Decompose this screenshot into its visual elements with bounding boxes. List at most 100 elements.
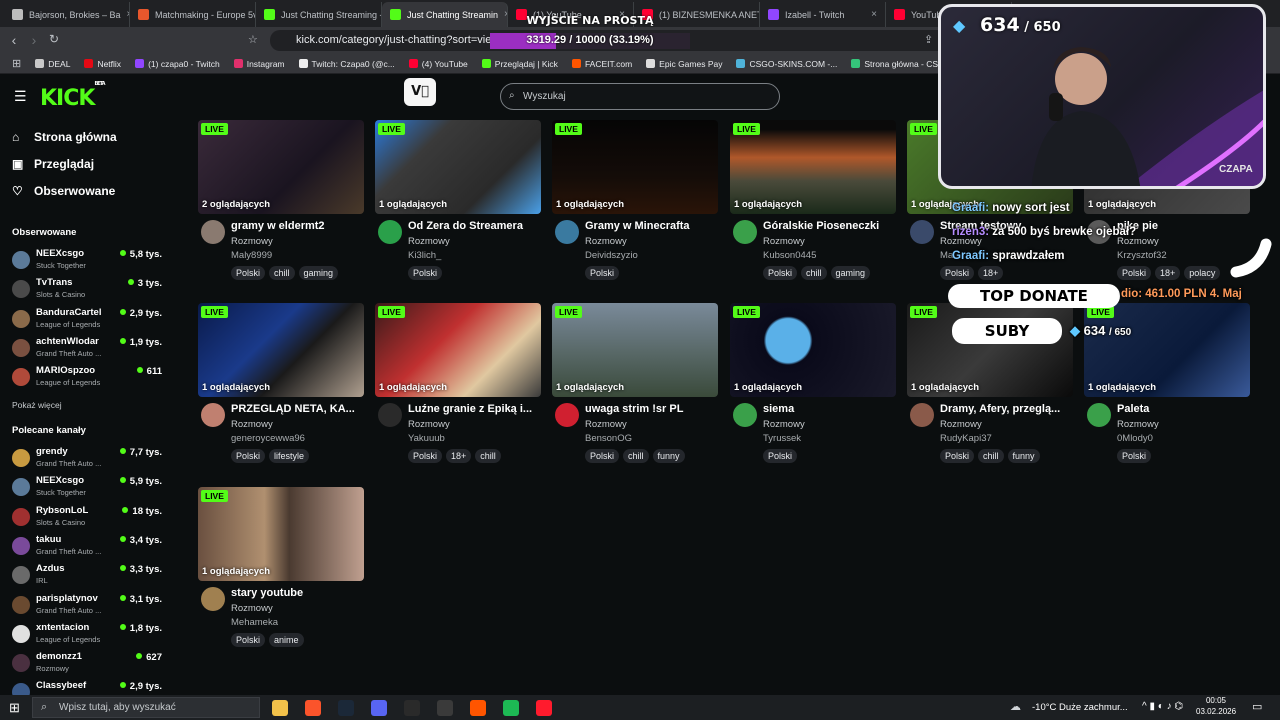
sidebar-channel[interactable]: xntentacion League of Legends 1,8 tys. [12,622,162,651]
stream-title[interactable]: Góralskie Pioseneczki [763,220,897,232]
sidebar-channel[interactable]: parisplatynov Grand Theft Auto ... 3,1 tys… [12,593,162,622]
streamer-avatar[interactable] [733,403,757,427]
stream-card[interactable]: LIVE 1 oglądających siema Rozmowy Tyrussek Po… [730,303,896,473]
sidebar-channel[interactable]: demonzz1 Rozmowy 627 [12,651,162,680]
streamer-avatar[interactable] [733,220,757,244]
streamer-name[interactable]: Mehameka [231,617,278,628]
forward-icon[interactable]: › [24,32,44,48]
nav-browse[interactable]: ▣ Przeglądaj [12,157,94,171]
stream-thumbnail[interactable]: LIVE1 oglądających [198,487,364,581]
windows-start-icon[interactable]: ⊞ [9,700,20,716]
stream-card[interactable]: LIVE 1 oglądających uwaga strim !sr PL Rozm… [552,303,718,473]
tag-chip[interactable]: chill [801,266,827,280]
stream-category[interactable]: Rozmowy [763,236,805,247]
stream-title[interactable]: Gramy w Minecrafta [585,220,719,232]
tag-chip[interactable]: chill [475,449,501,463]
tag-chip[interactable]: gaming [830,266,871,280]
tag-chip[interactable]: Polski [940,266,975,280]
taskbar-search[interactable]: ⌕ Wpisz tutaj, aby wyszukać [32,697,260,718]
stream-card[interactable]: LIVE 1 oglądających Góralskie Pioseneczki R… [730,120,896,290]
tray-icons[interactable]: ^ ▮ ◐ ♪ ⌬ [1142,701,1183,712]
epic-games-icon[interactable] [404,700,420,716]
opera-icon[interactable] [536,700,552,716]
bookmark-item[interactable]: Instagram [233,59,285,69]
nav-home[interactable]: ⌂ Strona główna [12,130,117,144]
tag-chip[interactable]: Polski [940,449,975,463]
bookmark-item[interactable]: Netflix [84,59,121,69]
tag-chip[interactable]: Polski [231,266,266,280]
browser-tab[interactable]: Just Chatting Streaming -× [256,2,382,27]
stream-category[interactable]: Rozmowy [585,419,627,430]
menu-icon[interactable]: ☰ [14,88,27,105]
streamer-avatar[interactable] [201,220,225,244]
stream-thumbnail[interactable]: LIVE1 oglądających [198,303,364,397]
tag-chip[interactable]: Polski [585,266,620,280]
show-more-link[interactable]: Pokaż więcej [12,400,62,410]
bookmark-item[interactable]: Przeglądaj | Kick [481,59,558,69]
browser-tab[interactable]: Bajorson, Brokies – Ba× [4,2,130,27]
reload-icon[interactable]: ↻ [44,32,64,46]
sidebar-channel[interactable]: RybsonLoL Slots & Casino 18 tys. [12,505,162,534]
view-toggle-button[interactable]: V⃞ [404,78,436,106]
tag-chip[interactable]: Polski [231,633,266,647]
streamer-avatar[interactable] [201,587,225,611]
tag-chip[interactable]: chill [978,449,1004,463]
sidebar-channel[interactable]: MARIOspzoo League of Legends 611 [12,365,162,394]
tab-close-icon[interactable]: × [871,9,877,20]
tag-chip[interactable]: Polski [231,449,266,463]
browser-tab[interactable]: Izabell - Twitch × [760,2,886,27]
tag-chip[interactable]: chill [269,266,295,280]
stream-card[interactable]: LIVE 1 oglądających stary youtube Rozmowy Me… [198,487,364,657]
stream-thumbnail[interactable]: LIVE1 oglądających [1084,303,1250,397]
sidebar-channel[interactable]: grendy Grand Theft Auto ... 7,7 tys. [12,446,162,475]
bookmark-item[interactable]: DEAL [35,59,70,69]
streamer-avatar[interactable] [1087,403,1111,427]
obs-icon[interactable] [437,700,453,716]
stream-card[interactable]: LIVE 1 oglądających Luźne granie z Epiką i… [375,303,541,473]
tag-chip[interactable]: 18+ [978,266,1004,280]
stream-title[interactable]: Paleta [1117,403,1251,415]
stream-thumbnail[interactable]: LIVE 2 oglądających [198,120,364,214]
search-input[interactable]: ⌕ Wyszukaj [500,83,780,110]
faceit-icon[interactable] [470,700,486,716]
streamer-name[interactable]: RudyKapi37 [940,433,992,444]
stream-category[interactable]: Rozmowy [231,236,273,247]
sidebar-channel[interactable]: TvTrans Slots & Casino 3 tys. [12,277,162,306]
bookmark-item[interactable]: Twitch: Czapa0 (@c... [298,59,395,69]
sidebar-channel[interactable]: Azdus IRL 3,3 tys. [12,563,162,592]
streamer-name[interactable]: generoycewwa96 [231,433,305,444]
apps-grid-icon[interactable]: ⊞ [12,57,21,70]
stream-category[interactable]: Rozmowy [1117,419,1159,430]
stream-category[interactable]: Rozmowy [408,236,450,247]
steam-icon[interactable] [338,700,354,716]
stream-card[interactable]: LIVE 1 oglądających PRZEGLĄD NETA, KA... Ro… [198,303,364,473]
bookmark-item[interactable]: Epic Games Pay [646,59,722,69]
tag-chip[interactable]: funny [652,449,685,463]
spotify-icon[interactable] [503,700,519,716]
stream-title[interactable]: gramy w eldermt2 [231,220,365,232]
streamer-name[interactable]: Ki3lich_ [408,250,441,261]
tag-chip[interactable]: Polski [763,266,798,280]
bookmark-item[interactable]: FACEIT.com [571,59,632,69]
tag-chip[interactable]: gaming [298,266,339,280]
streamer-avatar[interactable] [201,403,225,427]
bookmark-item[interactable]: (4) YouTube [408,59,468,69]
streamer-name[interactable]: Tyrussek [763,433,801,444]
tag-chip[interactable]: funny [1007,449,1040,463]
stream-category[interactable]: Rozmowy [408,419,450,430]
share-icon[interactable]: ⇪ [924,33,933,46]
sidebar-channel[interactable]: NEEXcsgo Stuck Together 5,8 tys. [12,248,162,277]
bookmark-item[interactable]: Strona główna - CSI... [851,59,947,69]
notifications-icon[interactable]: ▭ [1252,700,1262,713]
stream-title[interactable]: pike pie [1117,220,1251,232]
stream-title[interactable]: siema [763,403,897,415]
tag-chip[interactable]: Polski [408,266,443,280]
tag-chip[interactable]: Polski [1117,266,1152,280]
stream-category[interactable]: Rozmowy [763,419,805,430]
sidebar-channel[interactable]: BanduraCartel League of Legends 2,9 tys. [12,307,162,336]
sidebar-channel[interactable]: takuu Grand Theft Auto ... 3,4 tys. [12,534,162,563]
stream-title[interactable]: PRZEGLĄD NETA, KA... [231,403,365,415]
tag-chip[interactable]: Polski [763,449,798,463]
stream-card[interactable]: LIVE 2 oglądających gramy w eldermt2 Rozmow… [198,120,364,290]
stream-title[interactable]: uwaga strim !sr PL [585,403,719,415]
